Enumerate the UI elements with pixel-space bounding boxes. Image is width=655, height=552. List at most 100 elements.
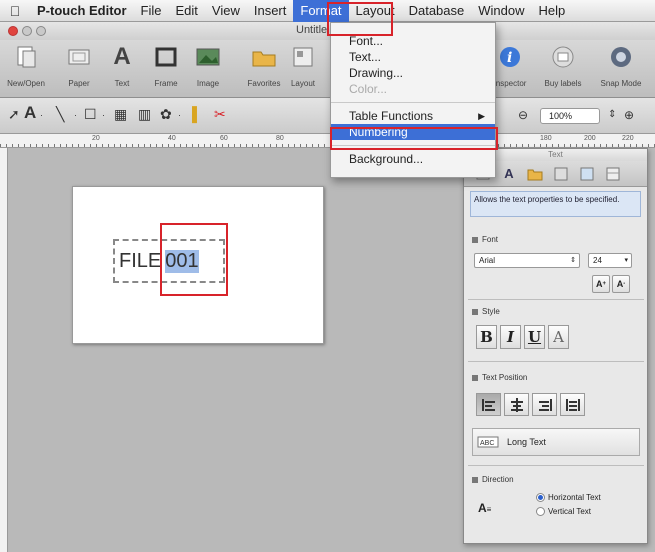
layout-label: Layout xyxy=(290,79,316,88)
svg-text:i: i xyxy=(507,50,512,66)
text-tool-icon[interactable]: A xyxy=(24,103,36,123)
underline-button[interactable]: U xyxy=(524,325,545,349)
new-open-button[interactable]: New/Open xyxy=(0,44,52,88)
zoom-in-icon[interactable]: ⊕ xyxy=(624,108,634,122)
menu-help[interactable]: Help xyxy=(532,0,573,22)
format-menu: Font... Text... Drawing... Color... Tabl… xyxy=(330,22,496,178)
menu-item-color: Color... xyxy=(349,82,388,96)
snap-mode-button[interactable]: Snap Mode xyxy=(595,44,647,88)
submenu-arrow-icon: ▶ xyxy=(478,111,485,121)
close-window-button[interactable] xyxy=(8,26,18,36)
ruler-tick: 200 xyxy=(584,135,596,142)
font-shrink-button[interactable]: A- xyxy=(612,275,630,293)
text-tab-icon[interactable]: A xyxy=(500,165,518,183)
align-left-button[interactable] xyxy=(476,393,501,416)
font-grow-button[interactable]: A + xyxy=(592,275,610,293)
chevron-down-icon[interactable]: · xyxy=(74,110,77,120)
zoom-out-icon[interactable]: ⊖ xyxy=(518,108,528,122)
clip-art-icon[interactable]: ✿ xyxy=(160,106,172,123)
stepper-icon[interactable]: ⇕ xyxy=(608,109,616,120)
align-center-icon xyxy=(510,397,523,412)
menu-item-text[interactable]: Text... xyxy=(331,49,495,65)
buy-labels-button[interactable]: Buy labels xyxy=(537,44,589,88)
zoom-select[interactable]: 100% xyxy=(540,108,600,124)
folder-tab-icon[interactable] xyxy=(526,165,544,183)
numbering-highlight xyxy=(330,127,498,150)
font-size-select[interactable]: 24 ▾ xyxy=(588,253,632,268)
font-section: Font xyxy=(472,235,498,244)
section-divider xyxy=(468,361,644,362)
text-prefix: FILE xyxy=(119,249,162,272)
direction-section: Direction xyxy=(472,475,514,484)
menu-item-background[interactable]: Background... xyxy=(331,151,495,167)
font-name-select[interactable]: Arial ⇕ xyxy=(474,253,580,268)
info-icon: i xyxy=(497,44,523,70)
chevron-down-icon: ▾ xyxy=(624,257,628,264)
ruler-tick: 40 xyxy=(168,135,176,142)
vertical-text-radio[interactable]: Vertical Text xyxy=(536,507,591,516)
menu-edit[interactable]: Edit xyxy=(169,0,205,22)
frame-icon xyxy=(153,44,179,70)
vertical-text-label: Vertical Text xyxy=(548,507,591,516)
minimize-window-button[interactable] xyxy=(22,26,32,36)
justify-button[interactable] xyxy=(560,393,585,416)
bold-button[interactable]: B xyxy=(476,325,497,349)
ruler-tick: 80 xyxy=(276,135,284,142)
chevron-down-icon[interactable]: · xyxy=(178,110,181,120)
align-right-button[interactable] xyxy=(532,393,557,416)
ruler-tick: 60 xyxy=(220,135,228,142)
italic-button[interactable]: I xyxy=(500,325,521,349)
horizontal-text-radio[interactable]: Horizontal Text xyxy=(536,493,601,502)
paper-icon xyxy=(66,44,92,70)
menu-file[interactable]: File xyxy=(134,0,169,22)
rectangle-tool-icon[interactable]: ☐ xyxy=(84,106,97,123)
table-functions-label: Table Functions xyxy=(349,109,434,123)
apple-icon[interactable]:  xyxy=(0,3,30,19)
new-open-icon xyxy=(13,44,39,70)
text-icon: A xyxy=(113,43,131,70)
layout-tool-icon[interactable]: ▌ xyxy=(192,106,202,122)
long-text-button[interactable]: ABC Long Text xyxy=(472,428,640,456)
menu-item-drawing[interactable]: Drawing... xyxy=(331,65,495,81)
menu-window[interactable]: Window xyxy=(471,0,531,22)
select-arrow-icon[interactable]: ➚ xyxy=(8,106,20,123)
chevron-down-icon[interactable]: · xyxy=(40,110,43,120)
zoom-window-button[interactable] xyxy=(36,26,46,36)
menu-view[interactable]: View xyxy=(205,0,247,22)
menu-insert[interactable]: Insert xyxy=(247,0,294,22)
long-text-label: Long Text xyxy=(507,437,546,447)
text-direction-icon: A≡ xyxy=(478,501,492,515)
layout-button[interactable]: Layout xyxy=(280,44,326,88)
menu-item-table-functions[interactable]: Table Functions ▶ xyxy=(331,108,495,124)
label-canvas[interactable]: FILE 001 xyxy=(72,186,324,344)
direction-label: Direction xyxy=(482,475,514,484)
window-title: Untitle xyxy=(296,24,328,36)
menu-app-name[interactable]: P-touch Editor xyxy=(30,0,134,22)
snap-mode-icon xyxy=(608,44,634,70)
menu-database[interactable]: Database xyxy=(402,0,472,22)
object-tab-icon[interactable] xyxy=(578,165,596,183)
menu-divider xyxy=(331,102,495,103)
scissors-icon[interactable]: ✂ xyxy=(214,106,226,123)
database-tab-icon[interactable] xyxy=(604,165,622,183)
line-tool-icon[interactable]: ╲ xyxy=(56,106,64,123)
layout-tab-icon[interactable] xyxy=(552,165,570,183)
number-highlight xyxy=(160,223,228,296)
svg-text:ABC: ABC xyxy=(480,440,494,447)
align-center-button[interactable] xyxy=(504,393,529,416)
ruler-tick: 220 xyxy=(622,135,634,142)
barcode-tool-icon[interactable]: ▥ xyxy=(138,106,151,123)
font-name-value: Arial xyxy=(479,256,496,265)
folder-icon xyxy=(251,44,277,70)
main-toolbar: New/Open Paper A Text Frame Image Favori… xyxy=(0,40,655,98)
outline-text-button[interactable]: A xyxy=(548,325,569,349)
long-text-icon: ABC xyxy=(477,436,499,448)
inspector-panel: Text A Allows the text properties to be … xyxy=(463,148,648,544)
align-left-icon xyxy=(481,398,495,411)
table-tool-icon[interactable]: ▦ xyxy=(114,106,127,123)
image-icon xyxy=(195,44,221,70)
inspector-description: Allows the text properties to be specifi… xyxy=(470,191,641,217)
format-menu-highlight xyxy=(327,2,393,36)
chevron-down-icon[interactable]: · xyxy=(102,110,105,120)
image-button[interactable]: Image xyxy=(182,44,234,88)
